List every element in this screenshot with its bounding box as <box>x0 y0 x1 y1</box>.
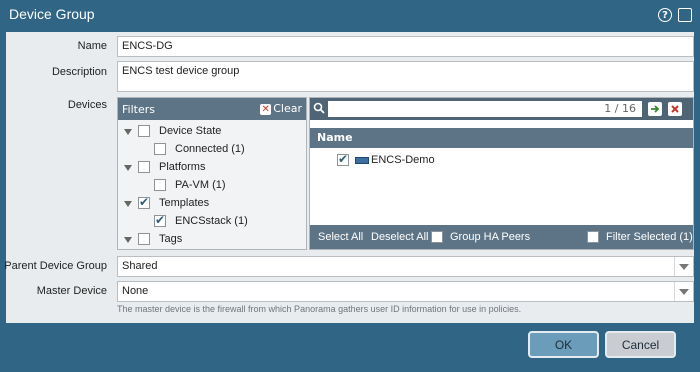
master-device-hint: The master device is the firewall from w… <box>117 304 522 314</box>
cancel-button[interactable]: Cancel <box>605 331 676 358</box>
filter-selected-label: Filter Selected (1) <box>606 231 693 243</box>
name-input[interactable]: ENCS-DG <box>117 36 694 57</box>
group-ha-peers-label: Group HA Peers <box>450 231 531 243</box>
ok-button[interactable]: OK <box>528 331 599 358</box>
description-label: Description <box>51 66 107 78</box>
parent-device-group-label: Parent Device Group <box>4 260 107 272</box>
filter-selected-checkbox[interactable] <box>587 231 599 243</box>
parent-device-group-select[interactable]: Shared <box>117 256 694 277</box>
filter-item-label: Templates <box>159 197 210 209</box>
table-row[interactable]: ENCS-Demo <box>310 152 693 170</box>
deselect-all-link[interactable]: Deselect All <box>371 231 428 243</box>
help-icon[interactable]: ? <box>658 8 672 22</box>
filter-item-label: Platforms <box>159 161 206 173</box>
dialog-title: Device Group <box>9 6 95 22</box>
device-search-input[interactable]: 1 / 16 <box>328 101 642 117</box>
master-device-select[interactable]: None <box>117 281 694 302</box>
device-search-bar: 1 / 16 <box>310 98 693 120</box>
master-device-label: Master Device <box>36 285 107 297</box>
filter-checkbox[interactable] <box>138 233 150 245</box>
master-device-value: None <box>122 285 149 297</box>
apply-filter-icon[interactable] <box>648 102 662 116</box>
clear-icon: ✕ <box>260 103 272 115</box>
column-name-header[interactable]: Name <box>317 131 353 144</box>
filter-item[interactable]: Tags <box>118 232 306 248</box>
dialog-titlebar: Device Group ? <box>0 0 700 31</box>
filters-title: Filters <box>122 103 155 116</box>
chevron-down-icon[interactable] <box>674 282 693 301</box>
description-input[interactable]: ENCS test device group <box>117 61 694 92</box>
filter-item-label: Device State <box>159 125 222 137</box>
filter-item[interactable]: PA-VM (1) <box>118 178 306 194</box>
expand-triangle-icon[interactable] <box>124 165 132 171</box>
filter-checkbox[interactable] <box>154 143 166 155</box>
dialog-footer: OK Cancel <box>0 323 700 372</box>
filter-item[interactable]: Device State <box>118 124 306 140</box>
name-label: Name <box>77 40 107 52</box>
filter-item-label: Tags <box>159 233 183 245</box>
filter-checkbox[interactable] <box>138 125 150 137</box>
device-group-dialog: Device Group ? Name ENCS-DG Description … <box>0 0 700 372</box>
expand-triangle-icon[interactable] <box>124 201 132 207</box>
dialog-body: Name ENCS-DG Description ENCS test devic… <box>4 32 694 323</box>
filter-item-label: Connected (1) <box>175 143 245 155</box>
clear-filters-button[interactable]: ✕ Clear <box>260 102 302 115</box>
group-ha-peers-checkbox[interactable] <box>431 231 443 243</box>
clear-search-icon[interactable] <box>668 102 682 116</box>
devices-label: Devices <box>67 99 107 111</box>
device-table-header: Name <box>310 128 693 148</box>
filter-item[interactable]: Connected (1) <box>118 142 306 158</box>
maximize-icon[interactable] <box>678 8 692 22</box>
devices-panel: 1 / 16 Name ENCS-Demo Select All Deselec… <box>309 97 694 250</box>
chevron-down-icon[interactable] <box>674 257 693 276</box>
filter-item-label: ENCSstack (1) <box>175 215 248 227</box>
filters-panel: Filters ✕ Clear Device State Connected (1)… <box>117 97 307 250</box>
expand-triangle-icon[interactable] <box>124 129 132 135</box>
device-name: ENCS-Demo <box>371 154 435 166</box>
filter-item-label: PA-VM (1) <box>175 179 226 191</box>
filter-item[interactable]: Platforms <box>118 160 306 176</box>
filters-header: Filters ✕ Clear <box>118 98 306 120</box>
device-actions-bar: Select All Deselect All Group HA Peers F… <box>310 225 693 249</box>
search-icon <box>313 102 325 114</box>
filter-checkbox[interactable] <box>154 213 166 227</box>
filter-item[interactable]: Templates <box>118 195 306 212</box>
filter-item[interactable]: ENCSstack (1) <box>118 213 306 230</box>
filter-checkbox[interactable] <box>138 161 150 173</box>
clear-label: Clear <box>273 102 302 115</box>
parent-device-group-value: Shared <box>122 260 158 272</box>
select-all-link[interactable]: Select All <box>318 231 363 243</box>
filter-checkbox[interactable] <box>138 195 150 209</box>
filter-checkbox[interactable] <box>154 179 166 191</box>
firewall-device-icon <box>355 157 369 164</box>
expand-triangle-icon[interactable] <box>124 237 132 243</box>
device-checkbox[interactable] <box>337 152 349 166</box>
